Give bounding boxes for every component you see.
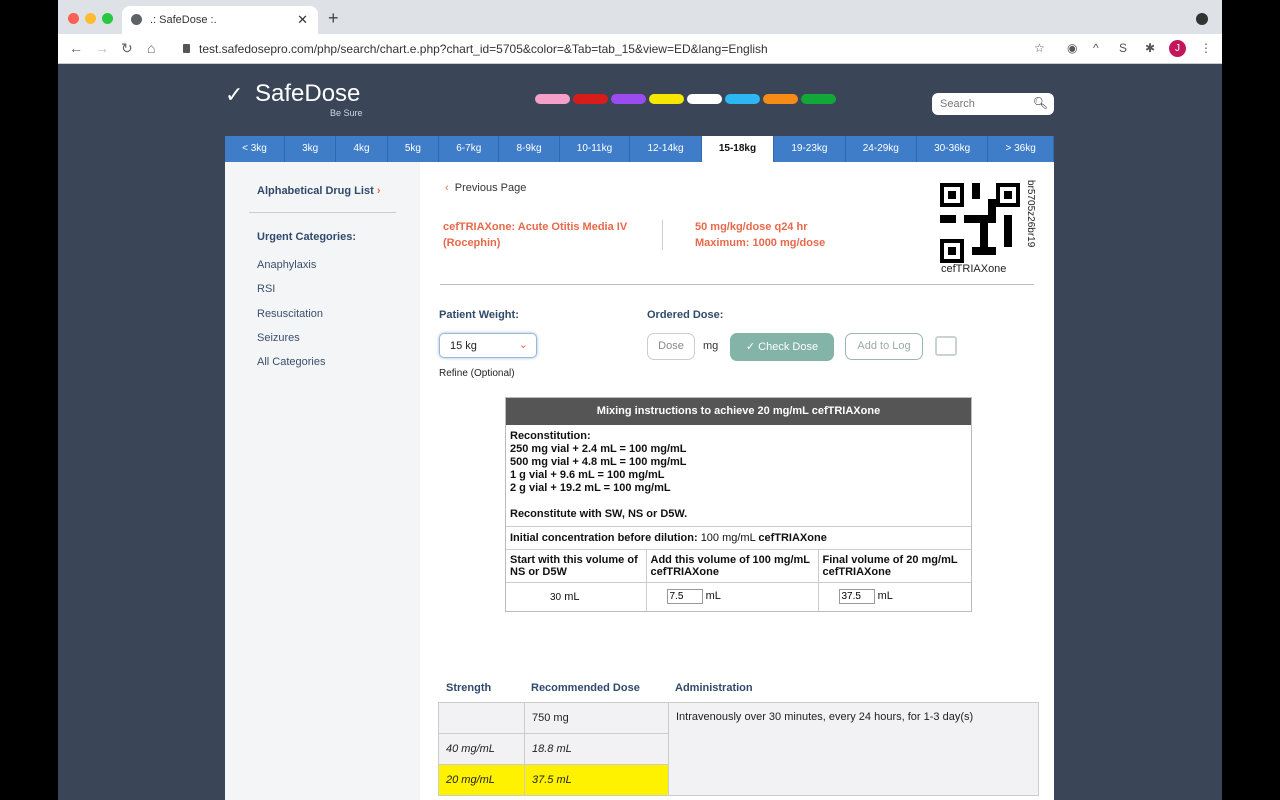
- sidebar-item-resuscitation[interactable]: Resuscitation: [257, 308, 323, 320]
- dose-input[interactable]: Dose: [647, 333, 695, 360]
- new-tab-button[interactable]: +: [328, 8, 339, 29]
- qr-label: cefTRIAXone: [941, 263, 1007, 275]
- sidebar-item-all-categories[interactable]: All Categories: [257, 356, 325, 368]
- sidebar-item-anaphylaxis[interactable]: Anaphylaxis: [257, 259, 316, 271]
- color-pill[interactable]: [763, 94, 798, 104]
- add-to-log-button[interactable]: Add to Log: [845, 333, 923, 360]
- print-icon[interactable]: [935, 336, 957, 356]
- skype-icon[interactable]: S: [1119, 41, 1127, 55]
- color-selector: [535, 94, 836, 104]
- start-volume: 30: [550, 591, 562, 603]
- weight-tab[interactable]: 3kg: [285, 136, 337, 162]
- extension-icon[interactable]: ◉: [1067, 41, 1077, 55]
- tagline: Be Sure: [330, 108, 363, 118]
- patient-weight-label: Patient Weight:: [439, 309, 519, 321]
- divider: [662, 220, 663, 250]
- search-icon[interactable]: 🔍︎: [1033, 96, 1048, 110]
- url-text: test.safedosepro.com/php/search/chart.e.…: [199, 42, 768, 56]
- browser-tab[interactable]: .: SafeDose :. ✕: [122, 6, 318, 34]
- add-volume-input[interactable]: [666, 589, 703, 605]
- check-icon: ✓: [745, 341, 756, 353]
- profile-menu-icon[interactable]: [1196, 13, 1208, 25]
- color-pill[interactable]: [725, 94, 760, 104]
- mixing-instructions: Mixing instructions to achieve 20 mg/mL …: [505, 397, 972, 612]
- browser-toolbar: ← → ↻ ⌂ test.safedosepro.com/php/search/…: [58, 34, 1222, 64]
- extension-icon[interactable]: ^: [1093, 41, 1099, 55]
- dose-info: 50 mg/kg/dose q24 hr Maximum: 1000 mg/dos…: [695, 221, 826, 249]
- color-pill[interactable]: [573, 94, 608, 104]
- alphabetical-drug-list-link[interactable]: Alphabetical Drug List ›: [257, 185, 380, 197]
- tab-title: .: SafeDose :.: [150, 14, 217, 26]
- address-bar[interactable]: test.safedosepro.com/php/search/chart.e.…: [173, 38, 1053, 60]
- sidebar-item-seizures[interactable]: Seizures: [257, 332, 300, 344]
- reload-icon[interactable]: ↻: [121, 40, 133, 57]
- sidebar-item-rsi[interactable]: RSI: [257, 283, 275, 295]
- weight-tab[interactable]: 19-23kg: [774, 136, 846, 162]
- qr-code: [940, 183, 1020, 263]
- weight-tab[interactable]: 12-14kg: [630, 136, 702, 162]
- weight-tab[interactable]: < 3kg: [225, 136, 285, 162]
- weight-tab[interactable]: 4kg: [336, 136, 388, 162]
- forward-icon[interactable]: →: [95, 40, 109, 56]
- weight-tab[interactable]: 5kg: [388, 136, 440, 162]
- check-logo-icon: ✓: [225, 82, 244, 107]
- chevron-down-icon: ⌄: [518, 339, 528, 351]
- window-controls[interactable]: [68, 13, 113, 24]
- mixing-title: Mixing instructions to achieve 20 mg/mL …: [506, 398, 971, 425]
- dilution-table: Start with this volume of NS or D5W Add t…: [506, 550, 971, 611]
- brand: SafeDose: [255, 80, 361, 107]
- chevron-left-icon: ‹: [445, 182, 449, 194]
- sidebar: Alphabetical Drug List › Urgent Categori…: [225, 162, 420, 800]
- puzzle-icon[interactable]: ✱: [1145, 41, 1155, 55]
- weight-tab[interactable]: 15-18kg: [701, 136, 775, 162]
- content: Alphabetical Drug List › Urgent Categori…: [225, 162, 1054, 800]
- star-icon[interactable]: ☆: [1034, 41, 1045, 55]
- divider: [249, 212, 396, 213]
- weight-tab[interactable]: 8-9kg: [499, 136, 560, 162]
- reconstitution: Reconstitution: 250 mg vial + 2.4 mL = 10…: [506, 425, 971, 527]
- color-pill[interactable]: [649, 94, 684, 104]
- weight-tab[interactable]: 10-11kg: [560, 136, 631, 162]
- final-volume-input[interactable]: [838, 589, 875, 605]
- initial-concentration: Initial concentration before dilution: 1…: [506, 527, 971, 550]
- color-pill[interactable]: [801, 94, 836, 104]
- dose-unit: mg: [703, 340, 719, 352]
- weight-tabs: < 3kg 3kg 4kg 5kg 6-7kg 8-9kg 10-11kg 12-14kg 15…: [225, 136, 1054, 162]
- menu-icon[interactable]: ⋮: [1200, 41, 1212, 55]
- weight-tab[interactable]: > 36kg: [988, 136, 1054, 162]
- color-pill[interactable]: [535, 94, 570, 104]
- qr-code-text: br5705z26br19: [1025, 180, 1036, 248]
- previous-page-link[interactable]: ‹ Previous Page: [445, 182, 526, 194]
- search-placeholder: Search: [940, 98, 975, 110]
- browser-window: .: SafeDose :. ✕ + ← → ↻ ⌂ test.safedosep…: [58, 0, 1222, 800]
- drug-title: cefTRIAXone: Acute Otitis Media IV (Rocep…: [443, 221, 628, 249]
- weight-tab[interactable]: 24-29kg: [846, 136, 917, 162]
- table-row: 750 mg Intravenously over 30 minutes, eve…: [438, 702, 1039, 796]
- color-pill[interactable]: [687, 94, 722, 104]
- tab-strip: .: SafeDose :. ✕ +: [58, 0, 1222, 34]
- globe-icon: [131, 14, 142, 25]
- check-dose-button[interactable]: ✓ Check Dose: [730, 333, 834, 361]
- close-tab-icon[interactable]: ✕: [297, 12, 308, 28]
- urgent-categories-heading: Urgent Categories:: [257, 231, 357, 243]
- divider: [440, 284, 1034, 285]
- patient-weight-select[interactable]: 15 kg ⌄: [439, 333, 537, 358]
- avatar[interactable]: J: [1169, 40, 1186, 57]
- refine-link[interactable]: Refine (Optional): [439, 368, 515, 379]
- search-input[interactable]: Search 🔍︎: [932, 93, 1054, 115]
- color-pill[interactable]: [611, 94, 646, 104]
- lock-icon: [183, 44, 190, 53]
- weight-tab[interactable]: 6-7kg: [439, 136, 500, 162]
- chevron-right-icon: ›: [376, 185, 381, 197]
- back-icon[interactable]: ←: [69, 40, 83, 56]
- home-icon[interactable]: ⌂: [147, 40, 155, 56]
- ordered-dose-label: Ordered Dose:: [647, 309, 724, 321]
- weight-tab[interactable]: 30-36kg: [917, 136, 989, 162]
